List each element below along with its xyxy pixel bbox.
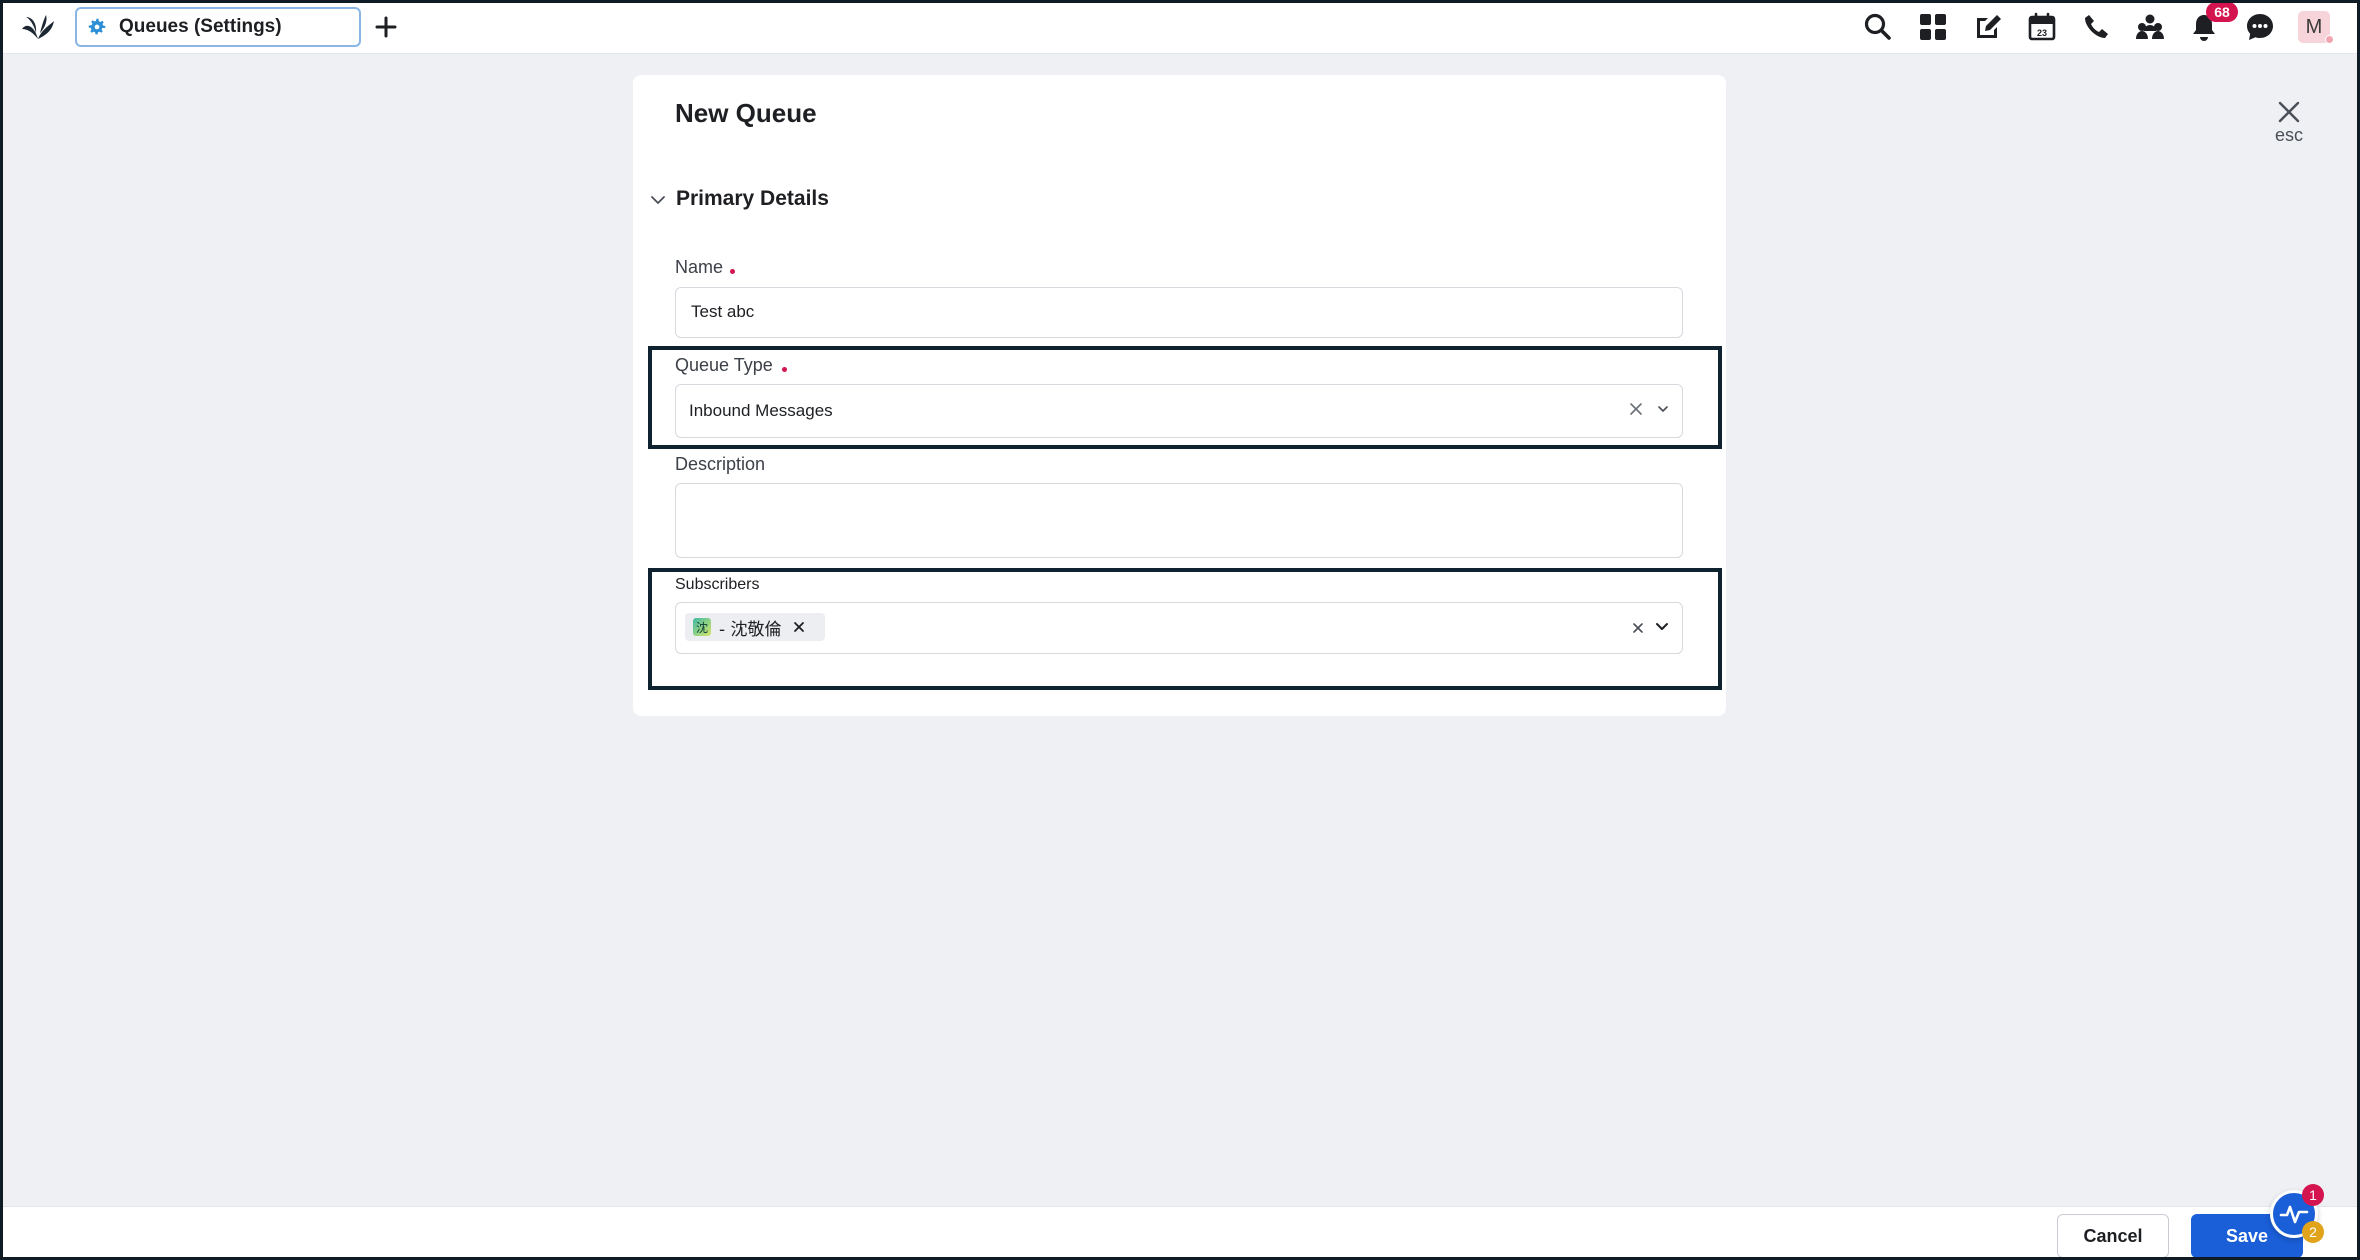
subscribers-select[interactable] (675, 602, 1683, 654)
subscriber-avatar: 沈 (693, 618, 711, 636)
cancel-button[interactable]: Cancel (2057, 1214, 2169, 1258)
footer-bar (0, 1206, 2360, 1260)
required-indicator (782, 367, 787, 372)
description-field[interactable] (675, 483, 1683, 558)
tab-label: Queues (Settings) (119, 16, 282, 37)
name-field[interactable] (675, 287, 1683, 338)
subscriber-chip: 沈 - 沈敬倫 (685, 613, 825, 641)
status-dot (2325, 35, 2334, 44)
phone-icon[interactable] (2080, 11, 2112, 43)
calendar-icon[interactable]: 23 (2026, 11, 2058, 43)
section-primary-details[interactable]: Primary Details (676, 187, 829, 211)
clear-icon[interactable] (1630, 620, 1646, 636)
description-label: Description (675, 454, 766, 474)
remove-chip-icon[interactable] (792, 620, 806, 634)
page-title: New Queue (675, 98, 817, 128)
gear-icon (88, 18, 106, 35)
chevron-down-icon[interactable] (649, 191, 667, 209)
search-icon[interactable] (1862, 11, 1894, 43)
activity-badge-primary: 1 (2302, 1184, 2324, 1206)
calendar-day: 23 (2037, 28, 2047, 38)
required-indicator (730, 269, 735, 274)
subscriber-name: - 沈敬倫 (719, 619, 782, 640)
chevron-down-icon[interactable] (1655, 401, 1671, 417)
pulse-icon (2279, 1205, 2309, 1224)
chat-icon[interactable] (2244, 11, 2276, 43)
chevron-down-icon[interactable] (1654, 619, 1670, 635)
edit-icon[interactable] (1971, 11, 2003, 43)
top-bar: Queues (Settings) 23 68 M (0, 0, 2360, 54)
close-esc-label[interactable]: esc (2264, 125, 2314, 146)
tab-queues-settings[interactable]: Queues (Settings) (75, 7, 361, 47)
activity-badge-secondary: 2 (2302, 1221, 2324, 1243)
add-tab-icon[interactable] (372, 13, 400, 41)
team-icon[interactable] (2134, 11, 2166, 43)
queue-type-value: Inbound Messages (689, 401, 833, 420)
apps-grid-icon[interactable] (1917, 11, 1949, 43)
notification-badge: 68 (2206, 2, 2238, 22)
queue-type-label: Queue Type (675, 355, 773, 375)
app-logo[interactable] (20, 9, 56, 45)
subscribers-label: Subscribers (675, 576, 760, 593)
close-icon[interactable] (2275, 98, 2303, 126)
name-value: Test abc (691, 302, 755, 321)
name-label: Name (675, 257, 724, 277)
clear-icon[interactable] (1628, 401, 1644, 417)
